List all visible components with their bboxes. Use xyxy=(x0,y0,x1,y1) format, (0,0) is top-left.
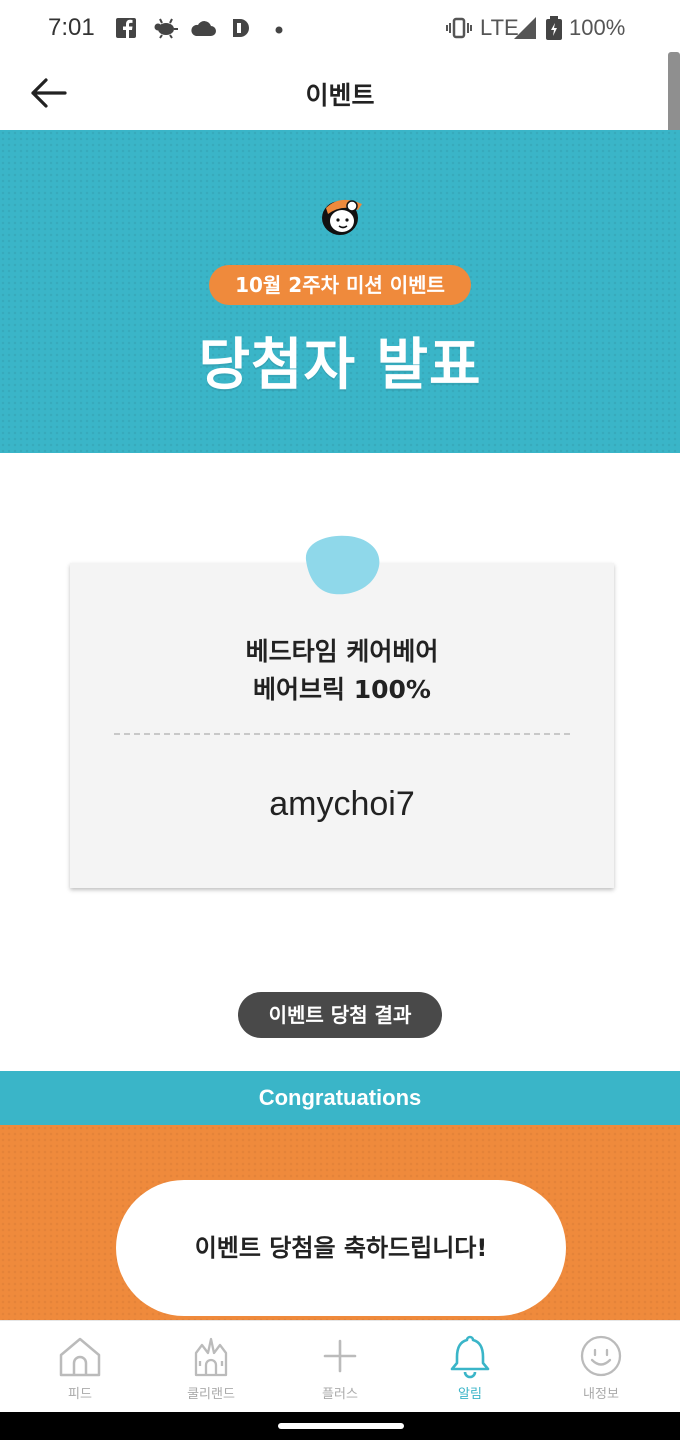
app-icon xyxy=(233,19,249,37)
winner-id: amychoi7 xyxy=(269,785,415,823)
nav-item-feed[interactable]: 피드 xyxy=(12,1321,148,1413)
event-result-button[interactable]: 이벤트 당첨 결과 xyxy=(238,992,442,1038)
nav-label-notifications: 알림 xyxy=(458,1387,482,1402)
congrats-section: 이벤트 당첨을 축하드립니다! xyxy=(0,1125,680,1320)
mascot-icon xyxy=(322,199,362,235)
smile-face-icon xyxy=(580,1335,622,1377)
decorative-blob xyxy=(305,535,380,595)
prize-card: 베드타임 케어베어 베어브릭 100% amychoi7 xyxy=(70,563,614,888)
battery-icon xyxy=(546,16,562,40)
gesture-bar xyxy=(0,1412,680,1440)
nav-item-my-info[interactable]: 내정보 xyxy=(533,1321,669,1413)
event-week-badge: 10월 2주차 미션 이벤트 xyxy=(209,265,471,305)
bug-icon xyxy=(154,18,178,39)
dot-icon xyxy=(275,26,283,34)
signal-icon xyxy=(514,17,536,39)
castle-icon xyxy=(194,1337,228,1377)
network-label: LTE xyxy=(480,15,519,40)
nav-item-coolyland[interactable]: 쿨리랜드 xyxy=(143,1321,279,1413)
card-divider xyxy=(114,733,570,735)
home-icon xyxy=(59,1337,101,1377)
congrats-message-bubble: 이벤트 당첨을 축하드립니다! xyxy=(116,1180,566,1316)
nav-label-feed: 피드 xyxy=(68,1387,92,1402)
cloud-icon xyxy=(191,21,216,36)
nav-label-my-info: 내정보 xyxy=(583,1387,619,1402)
app-bar: 이벤트 xyxy=(0,58,680,130)
battery-level: 100% xyxy=(569,15,626,40)
congrats-banner: Congratuations xyxy=(0,1071,680,1125)
bottom-navigation: 피드 쿨리랜드 플러스 알림 내정보 xyxy=(0,1320,680,1412)
prize-name: 베드타임 케어베어 베어브릭 100% xyxy=(70,633,614,709)
prize-line-2: 베어브릭 100% xyxy=(253,675,431,704)
plus-icon xyxy=(323,1339,357,1373)
facebook-icon xyxy=(116,18,136,38)
home-gesture-handle[interactable] xyxy=(278,1423,404,1429)
nav-label-coolyland: 쿨리랜드 xyxy=(187,1387,235,1402)
page-title: 이벤트 xyxy=(305,81,375,110)
prize-line-1: 베드타임 케어베어 xyxy=(245,637,439,666)
nav-label-plus: 플러스 xyxy=(322,1387,358,1402)
status-time: 7:01 xyxy=(48,14,95,41)
bell-icon xyxy=(450,1335,490,1379)
nav-item-plus[interactable]: 플러스 xyxy=(272,1321,408,1413)
vibrate-icon xyxy=(446,17,472,39)
winner-announcement-banner: 10월 2주차 미션 이벤트 당첨자 발표 xyxy=(0,130,680,453)
nav-item-notifications[interactable]: 알림 xyxy=(402,1321,538,1413)
status-bar: 7:01 LTE 100% xyxy=(0,0,680,58)
hero-headline: 당첨자 발표 xyxy=(198,333,482,398)
